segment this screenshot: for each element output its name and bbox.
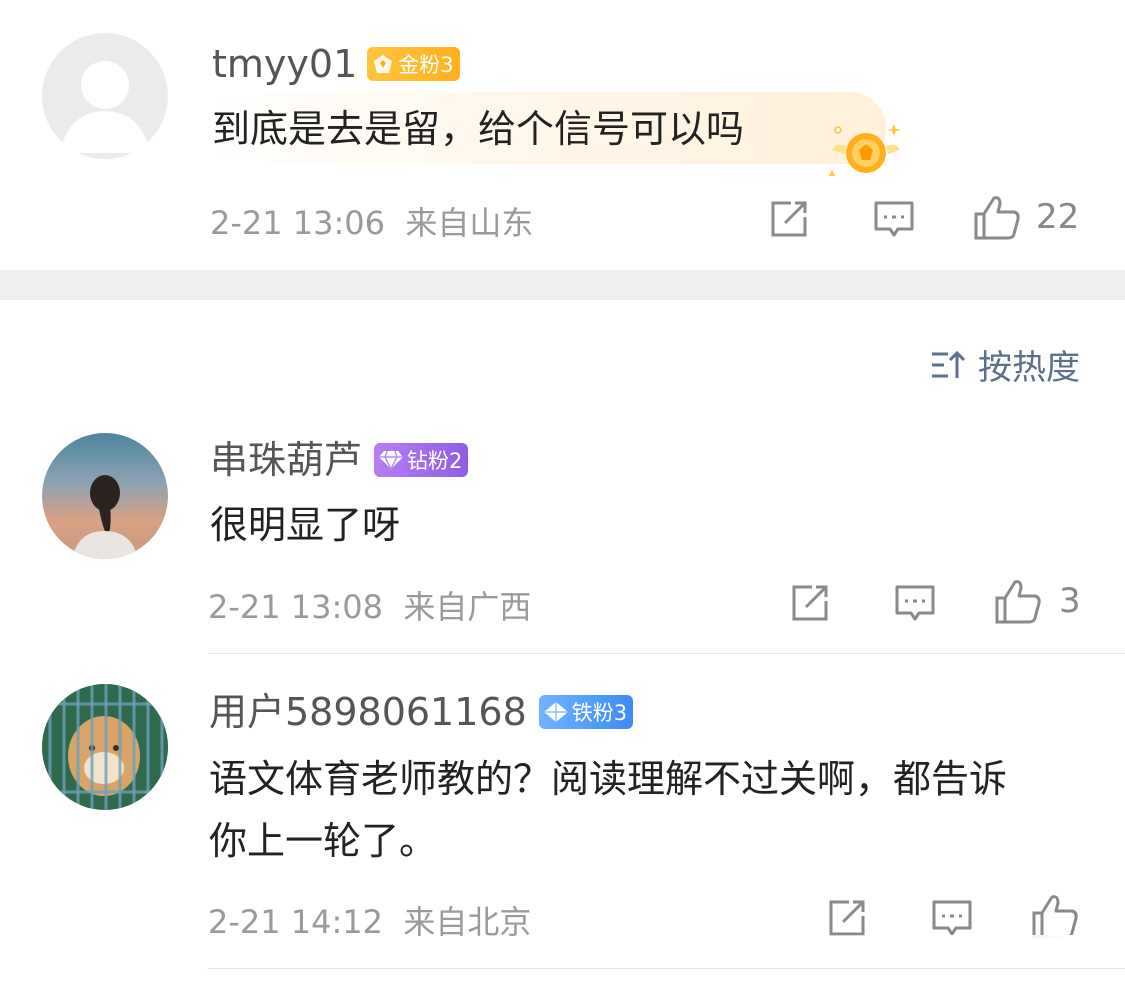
sort-icon [932,350,966,378]
username[interactable]: tmyy01 [212,42,357,86]
diamond-icon [379,450,404,470]
share-button[interactable] [762,192,816,246]
comment-location: 来自北京 [403,903,532,941]
username[interactable]: 用户5898061168 [209,690,527,734]
badge-label: 金粉3 [398,53,454,77]
section-separator [0,270,1125,300]
diamond-icon [543,702,568,722]
comment-text-line: 你上一轮了。 [209,819,438,863]
reply-button[interactable] [867,192,921,246]
comment-icon [932,900,972,936]
avatar[interactable] [42,33,168,159]
comment-location: 来自广西 [403,588,532,626]
user-photo [72,475,138,559]
thumbs-up-icon [974,196,1020,240]
comment-divider [207,968,1125,969]
avatar[interactable] [42,684,168,810]
thumbs-up-icon [995,580,1041,624]
sort-button[interactable]: 按热度 [930,340,1080,389]
comment-icon [895,585,935,621]
comment-date: 2-21 14:12 [208,903,384,941]
bottom-fade-overlay [740,935,1125,969]
fan-badge[interactable]: 铁粉3 [538,695,634,729]
user-photo [42,684,168,810]
default-avatar-icon [60,61,150,153]
comment-text: 到底是去是留，给个信号可以吗 [212,107,745,151]
badge-label: 钻粉2 [407,449,463,473]
share-icon [771,201,807,237]
comment-text: 很明显了呀 [210,503,401,547]
comment-divider [207,653,1125,654]
fan-badge[interactable]: 钻粉2 [374,443,469,477]
fan-badge[interactable]: 金粉3 [367,47,460,81]
comment-text-line: 语文体育老师教的？阅读理解不过关啊，都告诉 [209,757,1008,801]
sort-label: 按热度 [978,348,1080,388]
thumbs-up-icon [1032,895,1078,939]
comment-date: 2-21 13:08 [208,588,384,626]
like-button[interactable] [1030,891,1080,941]
comment-date: 2-21 13:06 [210,204,386,242]
reply-button[interactable] [888,576,942,630]
share-icon [792,585,828,621]
username[interactable]: 串珠葫芦 [210,438,362,482]
share-button[interactable] [783,576,837,630]
like-button[interactable]: 22 [972,192,1079,242]
share-icon [829,900,865,936]
avatar[interactable] [42,433,168,559]
comment-location: 来自山东 [405,204,534,242]
like-count: 22 [1036,197,1080,237]
crown-icon [374,55,393,73]
badge-label: 铁粉3 [571,701,628,725]
gold-medal-icon [826,120,906,182]
comment-icon [874,201,914,237]
like-button[interactable]: 3 [993,576,1081,626]
like-count: 3 [1059,581,1081,621]
